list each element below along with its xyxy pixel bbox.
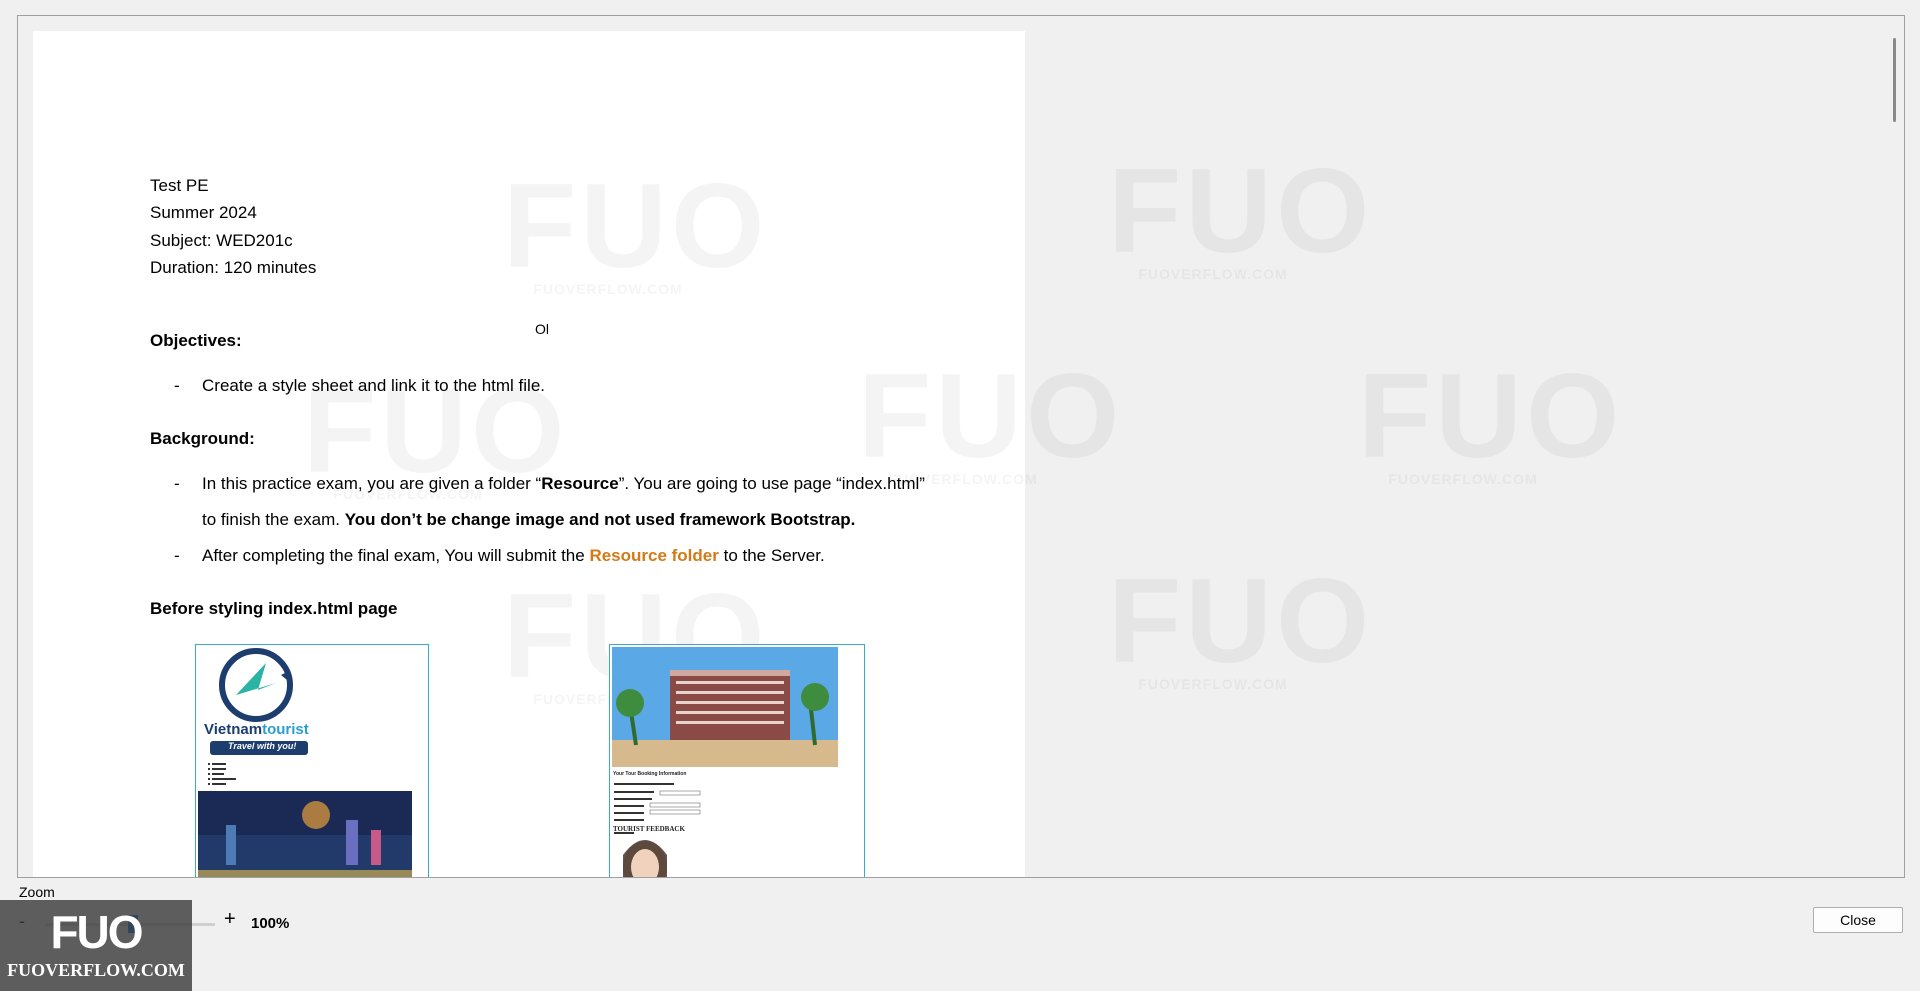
bullet-dash: -: [174, 546, 180, 565]
form-title: Your Tour Booking Information: [613, 771, 687, 777]
logo-image: [198, 648, 412, 877]
header-line-duration: Duration: 120 minutes: [150, 258, 317, 277]
thumbnail-before-right: Your Tour Booking Information TOURIST FE…: [609, 644, 865, 877]
before-styling-heading: Before styling index.html page: [150, 599, 398, 618]
vertical-scrollbar-thumb[interactable]: [1893, 38, 1896, 122]
fuo-logo: FUO: [50, 906, 143, 958]
background-item-2: After completing the final exam, You wil…: [202, 546, 825, 565]
header-line-test: Test PE: [150, 176, 209, 195]
header-line-term: Summer 2024: [150, 203, 257, 222]
document-page: FUO FUOVERFLOW.COM FUO FUOVERFLOW.COM FU…: [33, 31, 1025, 877]
zoom-in-button[interactable]: +: [224, 908, 236, 931]
background-item-1: In this practice exam, you are given a f…: [202, 474, 925, 493]
objectives-heading: Objectives:: [150, 331, 242, 350]
stray-text: Ol: [535, 321, 549, 337]
watermark: FUO FUOVERFLOW.COM: [1358, 356, 1619, 487]
tagline-text: Travel with you!: [228, 741, 297, 751]
background-heading: Background:: [150, 429, 255, 448]
brand-text: Vietnamtourist: [204, 721, 309, 738]
watermark: FUO FUOVERFLOW.COM: [1108, 151, 1369, 282]
bullet-dash: -: [174, 474, 180, 493]
fuoverflow-badge: FUO FUOVERFLOW.COM: [0, 900, 192, 991]
zoom-value: 100%: [251, 915, 290, 932]
zoom-label: Zoom: [19, 884, 55, 900]
header-line-subject: Subject: WED201c: [150, 231, 293, 250]
document-viewer[interactable]: FUO FUOVERFLOW.COM FUO FUOVERFLOW.COM FU…: [17, 15, 1905, 878]
feedback-title: TOURIST FEEDBACK: [613, 825, 685, 833]
thumbnail-before-left: Vietnamtourist Travel with you!: [195, 644, 429, 877]
watermark: FUO FUOVERFLOW.COM: [1108, 561, 1369, 692]
close-button[interactable]: Close: [1813, 907, 1903, 933]
bullet-dash: -: [174, 376, 180, 395]
hotel-image: [612, 647, 838, 877]
background-item-1-line-2: to finish the exam. You don’t be change …: [202, 510, 856, 529]
zoom-panel: Zoom - + 100% Close: [0, 876, 1920, 991]
fuo-url: FUOVERFLOW.COM: [7, 960, 185, 980]
watermark: FUO FUOVERFLOW.COM: [503, 166, 764, 297]
objective-item: Create a style sheet and link it to the …: [202, 376, 546, 395]
